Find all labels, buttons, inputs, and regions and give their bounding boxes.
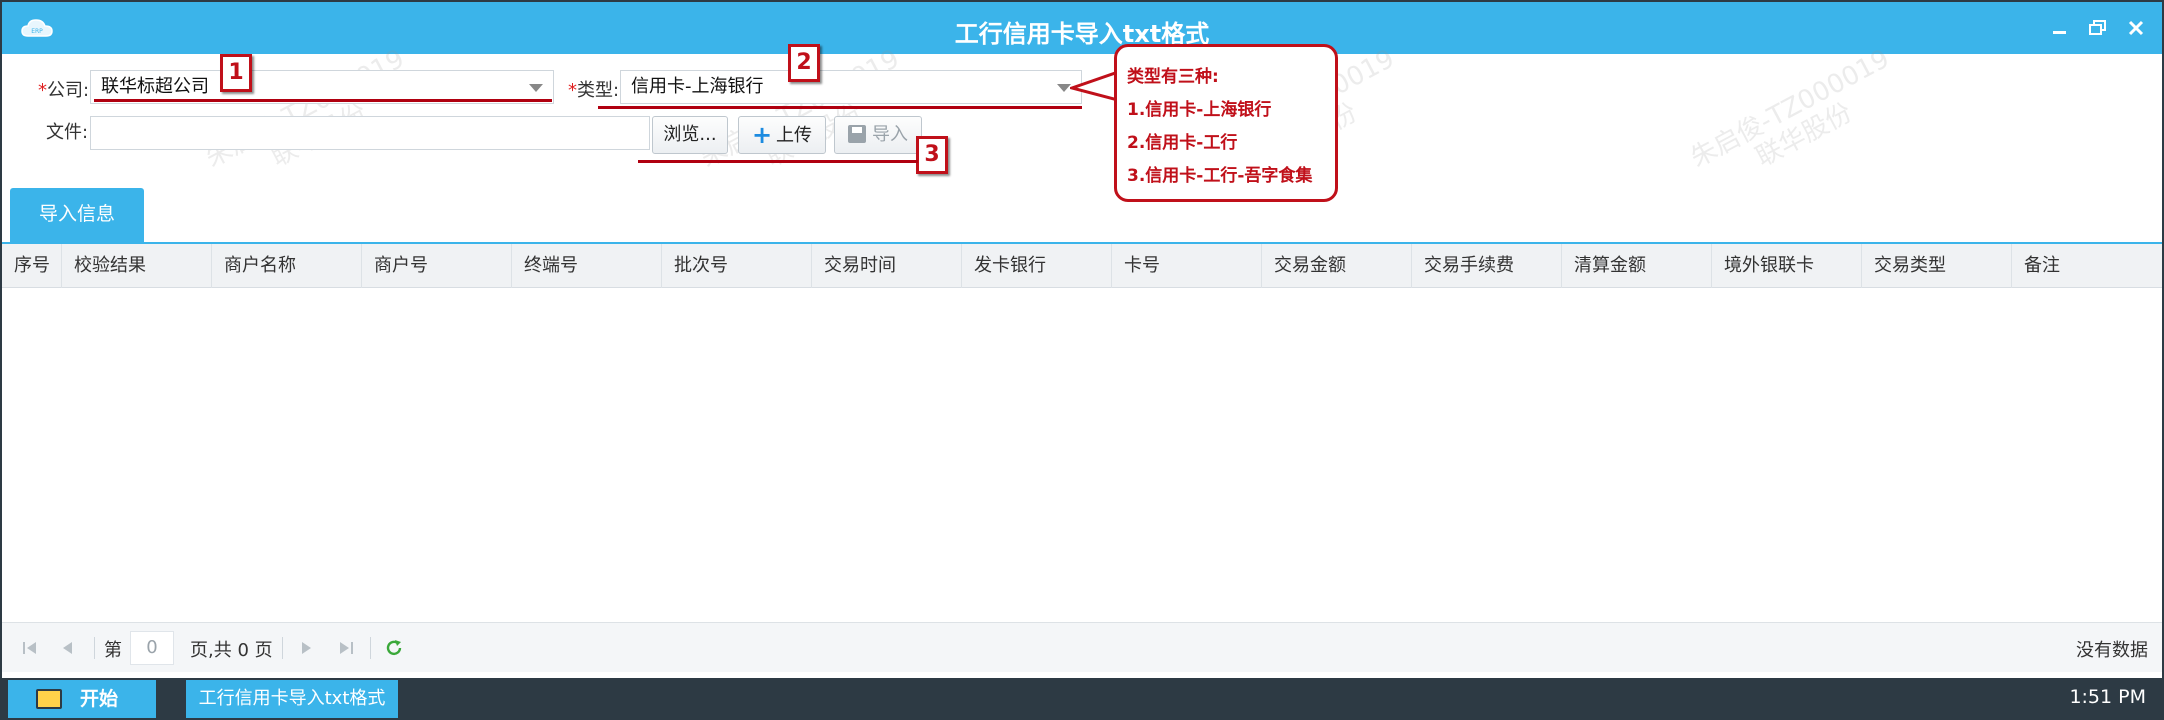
taskbar-item-window[interactable]: 工行信用卡导入txt格式	[186, 680, 398, 718]
column-header[interactable]: 交易类型	[1862, 244, 2012, 288]
chevron-down-icon[interactable]	[1057, 84, 1071, 92]
annotation-callout: 类型有三种: 1.信用卡-上海银行 2.信用卡-工行 3.信用卡-工行-吾字食集	[1114, 44, 1338, 202]
first-page-icon[interactable]	[20, 638, 40, 658]
empty-message: 没有数据	[2076, 640, 2148, 661]
tab-import-info[interactable]: 导入信息	[10, 188, 144, 242]
chevron-down-icon[interactable]	[529, 84, 543, 92]
upload-button[interactable]: + 上传	[738, 116, 826, 154]
annotation-marker-2: 2	[788, 44, 820, 82]
column-header[interactable]: 终端号	[512, 244, 662, 288]
refresh-icon[interactable]	[384, 638, 404, 658]
required-marker: *	[38, 80, 47, 101]
app-window: ERP 工行信用卡导入txt格式 朱启俊-TZ000019联华股份 朱启俊-TZ…	[0, 0, 2164, 720]
pager-separator	[282, 637, 283, 659]
column-header[interactable]: 卡号	[1112, 244, 1262, 288]
last-page-icon[interactable]	[336, 638, 356, 658]
page-number-input[interactable]: 0	[130, 631, 174, 665]
pager-separator	[370, 637, 371, 659]
close-icon[interactable]	[2124, 16, 2148, 40]
callout-line: 1.信用卡-上海银行	[1127, 100, 1272, 120]
column-header[interactable]: 交易时间	[812, 244, 962, 288]
callout-pointer	[1070, 70, 1118, 102]
start-button[interactable]: 开始	[8, 680, 156, 718]
save-icon	[848, 125, 866, 143]
column-header[interactable]: 备注	[2012, 244, 2162, 288]
window-title: 工行信用卡导入txt格式	[954, 20, 1210, 48]
type-value: 信用卡-上海银行	[631, 76, 764, 97]
company-value: 联华标超公司	[101, 76, 209, 97]
column-header[interactable]: 交易金额	[1262, 244, 1412, 288]
grid-header: 序号 校验结果 商户名称 商户号 终端号 批次号 交易时间 发卡银行 卡号 交易…	[2, 244, 2162, 288]
column-header[interactable]: 校验结果	[62, 244, 212, 288]
page-prefix: 第	[104, 640, 122, 661]
type-select[interactable]: 信用卡-上海银行	[620, 70, 1082, 104]
watermark: 朱启俊-TZ000019联华股份	[1685, 43, 1895, 174]
prev-page-icon[interactable]	[58, 638, 78, 658]
column-header[interactable]: 序号	[2, 244, 62, 288]
column-header[interactable]: 发卡银行	[962, 244, 1112, 288]
restore-icon[interactable]	[2086, 16, 2110, 40]
monitor-icon	[36, 689, 62, 709]
file-path-input[interactable]	[90, 116, 650, 150]
title-bar: ERP 工行信用卡导入txt格式	[2, 2, 2162, 54]
grid-body	[2, 288, 2162, 622]
clock: 1:51 PM	[2069, 686, 2146, 708]
plus-icon: +	[751, 121, 773, 149]
column-header[interactable]: 商户号	[362, 244, 512, 288]
annotation-underline	[598, 106, 1082, 109]
callout-line: 3.信用卡-工行-吾字食集	[1127, 166, 1313, 186]
column-header[interactable]: 交易手续费	[1412, 244, 1562, 288]
callout-line: 2.信用卡-工行	[1127, 133, 1238, 153]
column-header[interactable]: 境外银联卡	[1712, 244, 1862, 288]
annotation-underline	[94, 99, 552, 102]
required-marker: *	[568, 80, 577, 101]
callout-line: 类型有三种:	[1127, 67, 1219, 87]
column-header[interactable]: 商户名称	[212, 244, 362, 288]
browse-button[interactable]: 浏览...	[652, 116, 728, 154]
import-button[interactable]: 导入	[834, 116, 922, 154]
taskbar: 开始 工行信用卡导入txt格式 1:51 PM	[2, 678, 2162, 718]
pager-separator	[94, 637, 95, 659]
page-total-text: 页,共 0 页	[190, 640, 273, 661]
column-header[interactable]: 批次号	[662, 244, 812, 288]
annotation-underline	[638, 160, 918, 163]
pagination-bar: 第 0 页,共 0 页 没有数据	[2, 622, 2162, 672]
file-label: 文件:	[46, 122, 89, 143]
column-header[interactable]: 清算金额	[1562, 244, 1712, 288]
company-label: *公司:	[38, 80, 90, 101]
annotation-marker-3: 3	[916, 136, 948, 174]
minimize-icon[interactable]	[2048, 16, 2072, 40]
next-page-icon[interactable]	[296, 638, 316, 658]
annotation-marker-1: 1	[220, 54, 252, 92]
type-label: *类型:	[568, 80, 620, 101]
